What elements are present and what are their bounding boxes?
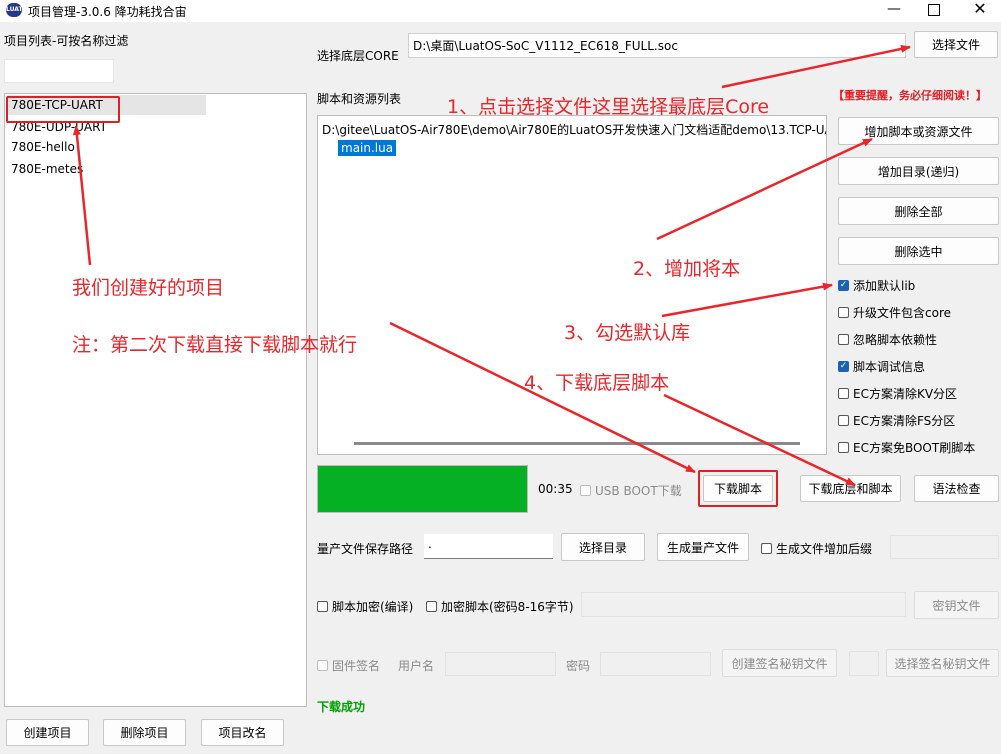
annotation-step3: 3、勾选默认库 bbox=[564, 322, 691, 344]
annotation-project-note: 我们创建好的项目 bbox=[72, 277, 225, 299]
annotation-step1: 1、点击选择文件这里选择最底层Core bbox=[447, 96, 770, 118]
arrow-step2 bbox=[656, 137, 873, 241]
annotation-step4: 4、下载底层脚本 bbox=[524, 372, 670, 394]
arrow-second-note bbox=[389, 321, 696, 474]
arrow-step1 bbox=[721, 44, 911, 89]
arrow-project bbox=[72, 125, 92, 266]
arrow-step3 bbox=[661, 282, 833, 318]
annotation-step2: 2、增加将本 bbox=[633, 258, 741, 280]
annotation-second-download-note: 注：第二次下载直接下载脚本就行 bbox=[72, 334, 358, 356]
